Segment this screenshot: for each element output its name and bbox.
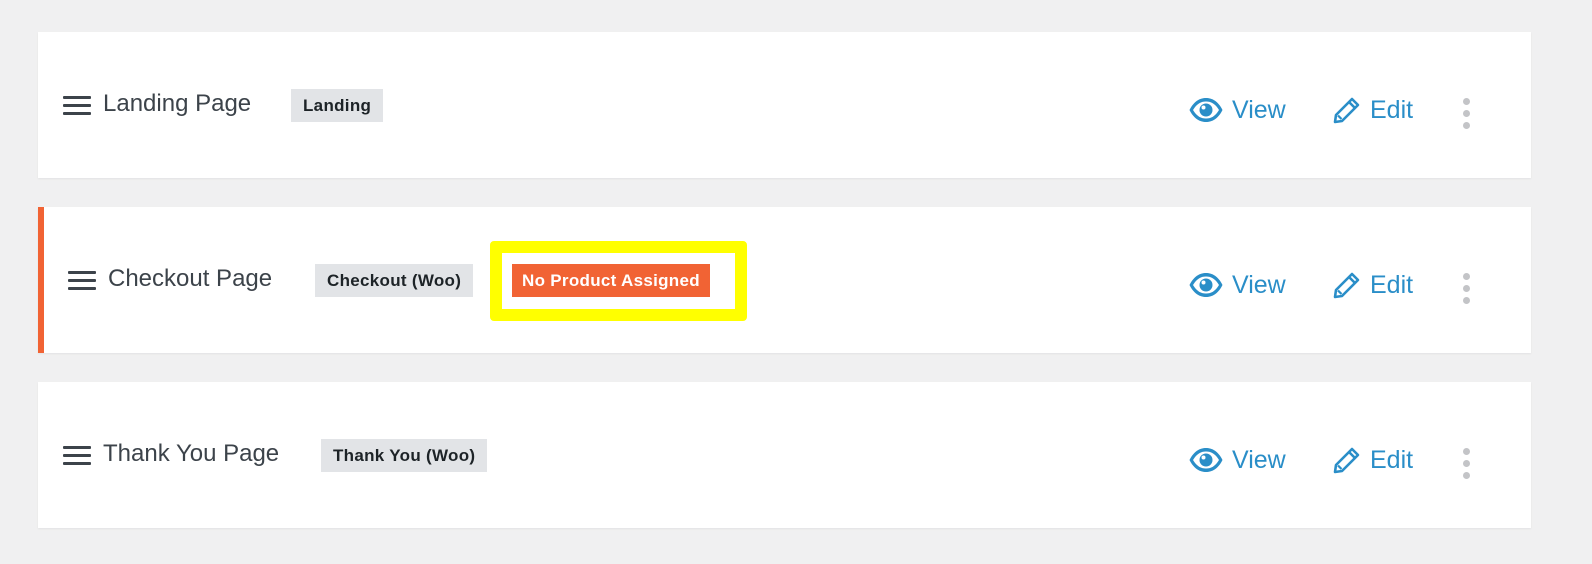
view-button[interactable]: View (1188, 95, 1286, 125)
more-vertical-icon[interactable] (1461, 448, 1471, 480)
step-title: Landing Page (103, 90, 252, 117)
edit-button[interactable]: Edit (1332, 95, 1413, 125)
step-title: Thank You Page (103, 440, 280, 467)
pencil-icon (1333, 97, 1360, 124)
edit-label: Edit (1370, 270, 1414, 299)
edit-label: Edit (1370, 445, 1414, 474)
eye-icon (1189, 448, 1223, 472)
no-product-warning-badge: No Product Assigned (512, 264, 710, 297)
step-type-badge: Thank You (Woo) (321, 439, 488, 472)
view-label: View (1232, 270, 1286, 299)
drag-handle-icon[interactable] (63, 446, 91, 466)
step-type-badge: Landing (291, 89, 384, 122)
eye-icon (1189, 98, 1223, 122)
more-vertical-icon[interactable] (1461, 273, 1471, 305)
edit-button[interactable]: Edit (1332, 270, 1413, 300)
eye-icon (1189, 273, 1223, 297)
view-label: View (1232, 95, 1286, 124)
view-button[interactable]: View (1188, 270, 1286, 300)
more-vertical-icon[interactable] (1461, 98, 1471, 130)
drag-handle-icon[interactable] (68, 271, 96, 291)
edit-label: Edit (1370, 95, 1414, 124)
drag-handle-icon[interactable] (63, 96, 91, 116)
pencil-icon (1333, 447, 1360, 474)
view-button[interactable]: View (1188, 445, 1286, 475)
pencil-icon (1333, 272, 1360, 299)
view-label: View (1232, 445, 1286, 474)
flow-step-landing (38, 32, 1531, 178)
step-title: Checkout Page (108, 265, 273, 292)
edit-button[interactable]: Edit (1332, 445, 1413, 475)
step-type-badge: Checkout (Woo) (315, 264, 474, 297)
